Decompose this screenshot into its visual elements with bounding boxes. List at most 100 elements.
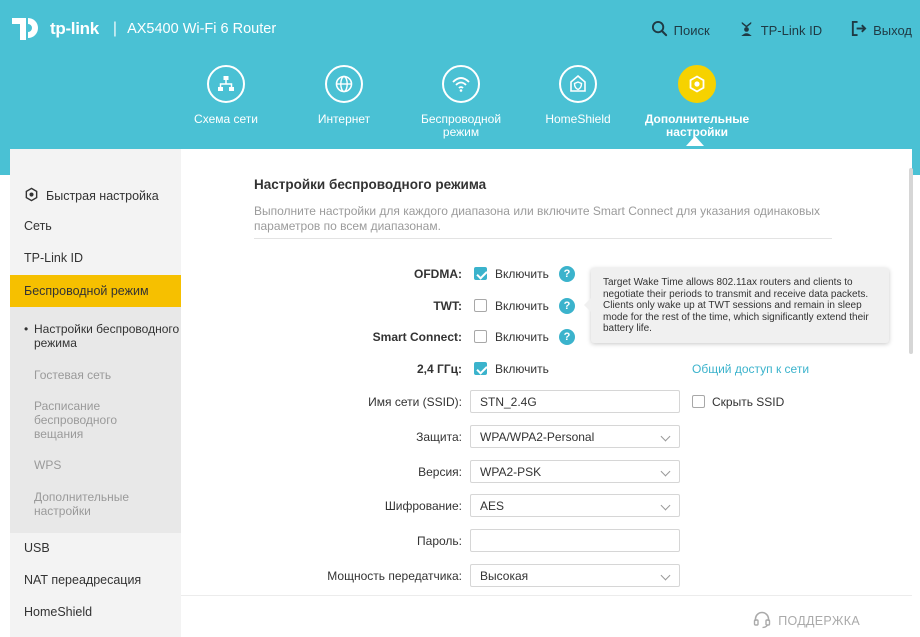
home-shield-icon	[559, 65, 597, 103]
router-model: AX5400 Wi-Fi 6 Router	[127, 21, 277, 37]
sidebar-item-label: USB	[24, 541, 50, 555]
smart-connect-checkbox[interactable]	[474, 330, 487, 343]
nav-label: Схема сети	[194, 112, 258, 126]
sidebar-submenu: Настройки беспроводного режима Гостевая …	[10, 307, 181, 533]
tp-link-logo[interactable]: tp-link | AX5400 Wi-Fi 6 Router	[10, 14, 276, 44]
sidebar-subitem-advanced[interactable]: Дополнительные настройки	[34, 490, 144, 518]
encryption-select[interactable]: AES	[470, 494, 680, 517]
sidebar-item-label: Сеть	[24, 219, 52, 233]
sidebar-subitem-guest-network[interactable]: Гостевая сеть	[34, 368, 111, 382]
logout-button[interactable]: Выход	[850, 20, 912, 40]
nav-homeshield[interactable]: HomeShield	[523, 63, 633, 126]
tplink-id-icon	[738, 20, 755, 40]
sidebar-item-nat[interactable]: NAT переадресация	[24, 573, 141, 587]
support-label: ПОДДЕРЖКА	[778, 613, 860, 628]
sidebar-subitem-label: Настройки беспроводного режима	[34, 322, 180, 350]
gear-icon	[24, 187, 39, 205]
encryption-label: Шифрование:	[384, 499, 462, 513]
logout-label: Выход	[873, 22, 912, 38]
sidebar-item-label: TP-Link ID	[24, 251, 84, 265]
sidebar-subitem-label: Гостевая сеть	[34, 368, 112, 382]
version-select[interactable]: WPA2-PSK	[470, 460, 680, 483]
footer: ПОДДЕРЖКА	[181, 595, 912, 637]
band-24-label: 2,4 ГГц:	[417, 362, 462, 376]
password-input[interactable]	[470, 529, 680, 552]
encryption-value: AES	[480, 498, 505, 513]
network-sharing-link[interactable]: Общий доступ к сети	[692, 362, 809, 376]
version-label: Версия:	[418, 465, 462, 479]
sidebar-item-quick-setup[interactable]: Быстрая настройка	[24, 187, 159, 205]
logout-icon	[850, 20, 867, 40]
security-select[interactable]: WPA/WPA2-Personal	[470, 425, 680, 448]
nav-label: Беспроводной режим	[420, 112, 502, 139]
sidebar-subitem-label: Расписание беспроводного вещания	[34, 399, 117, 441]
nav-wireless[interactable]: Беспроводной режим	[406, 63, 516, 139]
tx-power-select[interactable]: Высокая	[470, 564, 680, 587]
scrollbar-thumb[interactable]	[909, 168, 913, 354]
gear-icon	[678, 65, 716, 103]
chevron-down-icon	[660, 570, 671, 581]
nav-internet[interactable]: Интернет	[289, 63, 399, 126]
divider	[254, 238, 832, 239]
sidebar-item-label: Беспроводной режим	[24, 284, 149, 298]
sidebar-item-tplink-id[interactable]: TP-Link ID	[24, 251, 83, 265]
ssid-input[interactable]: STN_2.4G	[470, 390, 680, 413]
password-label: Пароль:	[417, 534, 462, 548]
chevron-down-icon	[660, 466, 671, 477]
tplink-id-button[interactable]: TP-Link ID	[738, 20, 822, 40]
twt-option-label[interactable]: Включить	[495, 299, 549, 313]
sidebar-item-wireless[interactable]: Беспроводной режим	[10, 275, 181, 307]
ssid-value: STN_2.4G	[480, 394, 537, 409]
security-value: WPA/WPA2-Personal	[480, 429, 595, 444]
logo-separator: |	[112, 20, 118, 37]
sidebar-item-label: Быстрая настройка	[46, 189, 159, 203]
headset-icon	[752, 609, 772, 632]
sidebar-subitem-wireless-settings[interactable]: Настройки беспроводного режима	[24, 322, 181, 350]
band-24-option-label[interactable]: Включить	[495, 362, 549, 376]
twt-help-icon[interactable]: ?	[559, 298, 575, 314]
tp-link-logo-icon	[10, 14, 44, 44]
smart-connect-option-label[interactable]: Включить	[495, 330, 549, 344]
nav-network-map[interactable]: Схема сети	[171, 63, 281, 126]
sidebar: Быстрая настройка Сеть TP-Link ID Беспро…	[10, 149, 181, 637]
nav-active-pointer	[686, 136, 704, 146]
sidebar-item-network[interactable]: Сеть	[24, 219, 52, 233]
sidebar-item-usb[interactable]: USB	[24, 541, 50, 555]
chevron-down-icon	[660, 431, 671, 442]
sidebar-item-label: HomeShield	[24, 605, 93, 619]
sidebar-subitem-wireless-schedule[interactable]: Расписание беспроводного вещания	[34, 399, 134, 441]
sidebar-subitem-label: Дополнительные настройки	[34, 490, 129, 518]
ofdma-help-icon[interactable]: ?	[559, 266, 575, 282]
nav-label: Интернет	[317, 112, 371, 126]
chevron-down-icon	[660, 500, 671, 511]
twt-checkbox[interactable]	[474, 299, 487, 312]
tx-power-value: Высокая	[480, 568, 529, 583]
sidebar-item-homeshield[interactable]: HomeShield	[24, 605, 92, 619]
hide-ssid-label[interactable]: Скрыть SSID	[712, 395, 784, 409]
search-icon	[651, 20, 668, 40]
smart-connect-help-icon[interactable]: ?	[559, 329, 575, 345]
search-button[interactable]: Поиск	[651, 20, 710, 40]
twt-tooltip: Target Wake Time allows 802.11ax routers…	[584, 268, 889, 343]
page-description: Выполните настройки для каждого диапазон…	[254, 204, 820, 233]
security-label: Защита:	[416, 430, 462, 444]
ofdma-checkbox[interactable]	[474, 267, 487, 280]
ofdma-label: OFDMA:	[414, 267, 462, 281]
band-24-checkbox[interactable]	[474, 362, 487, 375]
search-label: Поиск	[673, 22, 710, 38]
version-value: WPA2-PSK	[480, 464, 542, 479]
sidebar-subitem-label: WPS	[34, 458, 62, 472]
ofdma-option-label[interactable]: Включить	[495, 267, 549, 281]
tplink-id-label: TP-Link ID	[760, 22, 823, 38]
network-map-icon	[207, 65, 245, 103]
hide-ssid-checkbox[interactable]	[692, 395, 705, 408]
wifi-icon	[442, 65, 480, 103]
support-button[interactable]: ПОДДЕРЖКА	[752, 609, 860, 632]
page-title: Настройки беспроводного режима	[254, 177, 487, 192]
globe-icon	[325, 65, 363, 103]
nav-label: HomeShield	[545, 112, 611, 126]
nav-advanced[interactable]: Дополнительные настройки	[642, 63, 752, 139]
top-actions: Поиск TP-Link ID Выход	[651, 20, 912, 40]
sidebar-subitem-wps[interactable]: WPS	[34, 458, 61, 472]
sidebar-item-label: NAT переадресация	[24, 573, 142, 587]
